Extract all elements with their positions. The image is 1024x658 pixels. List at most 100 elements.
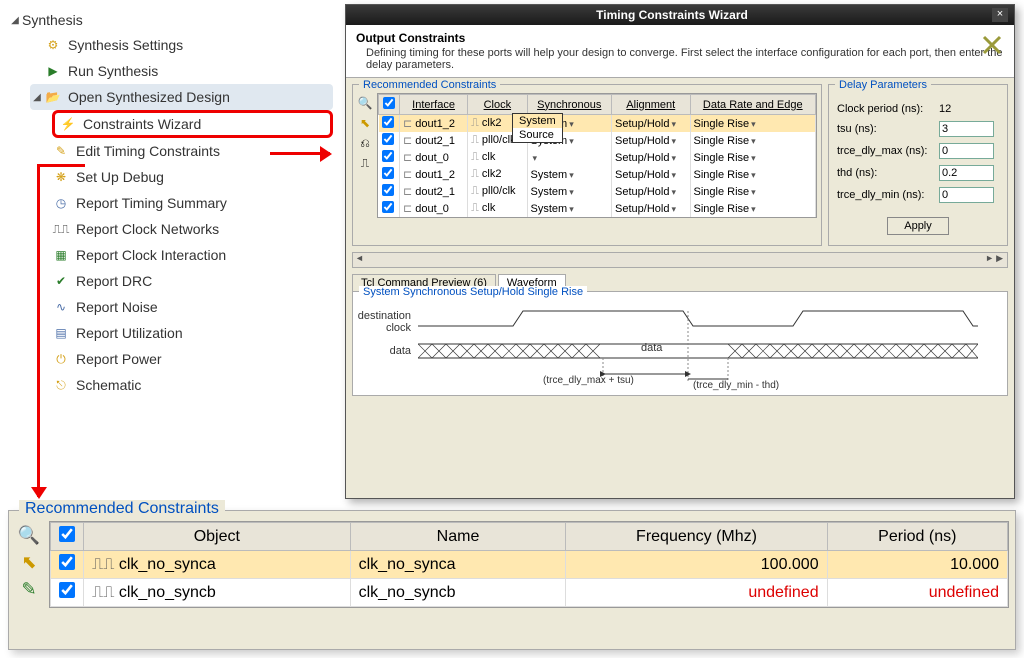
sync-dropdown[interactable]: System Source xyxy=(512,113,563,143)
col-interface[interactable]: Interface xyxy=(400,95,468,115)
row-checkbox[interactable] xyxy=(382,133,394,145)
col-align[interactable]: Alignment xyxy=(612,95,690,115)
collapse-icon[interactable]: ◢ xyxy=(30,92,44,103)
cell-align[interactable]: Setup/Hold xyxy=(612,183,690,200)
wf-ann1: (trce_dly_max + tsu) xyxy=(543,375,634,386)
tree-label: Report Timing Summary xyxy=(76,195,227,211)
tree-label: Synthesis xyxy=(22,12,83,28)
col-rate[interactable]: Data Rate and Edge xyxy=(690,95,816,115)
col-clock[interactable]: Clock xyxy=(468,95,527,115)
tree-report-power[interactable]: ⏻ Report Power xyxy=(52,346,333,372)
cell-align[interactable]: Setup/Hold xyxy=(612,115,690,133)
row-checkbox[interactable] xyxy=(382,150,394,162)
tree-label: Report Power xyxy=(76,351,162,367)
cell-sync[interactable]: System xyxy=(527,183,612,200)
gear-icon: ⚙ xyxy=(44,36,62,54)
xilinx-logo-icon xyxy=(980,33,1004,57)
cell-sync[interactable] xyxy=(527,149,612,166)
row-checkbox[interactable] xyxy=(382,116,394,128)
tree-synth-settings[interactable]: ⚙ Synthesis Settings xyxy=(30,32,333,58)
checkbox-all[interactable] xyxy=(383,97,395,109)
cell-rate[interactable]: Single Rise xyxy=(690,115,816,133)
table-row[interactable]: ⎍⎍ clk_no_synca clk_no_synca 100.000 10.… xyxy=(51,551,1008,579)
tree-setup-debug[interactable]: ❋ Set Up Debug xyxy=(52,164,333,190)
tree-run-synth[interactable]: ▶ Run Synthesis xyxy=(30,58,333,84)
cell-align[interactable]: Setup/Hold xyxy=(612,166,690,183)
col-name[interactable]: Name xyxy=(350,523,566,551)
cell-interface: ⊏ dout_0 xyxy=(400,200,468,217)
table-row[interactable]: ⊏ dout_0 ⎍ clk Setup/Hold Single Rise xyxy=(379,149,816,166)
tree-constraints-wizard[interactable]: ⚡ Constraints Wizard xyxy=(52,110,333,138)
cell-rate[interactable]: Single Rise xyxy=(690,183,816,200)
apply-button[interactable]: Apply xyxy=(887,217,949,235)
header-desc: Defining timing for these ports will hel… xyxy=(366,47,1004,71)
hscrollbar[interactable] xyxy=(352,252,1008,268)
dropdown-option[interactable]: System xyxy=(513,114,562,128)
tree-report-drc[interactable]: ✔ Report DRC xyxy=(52,268,333,294)
col-sync[interactable]: Synchronous xyxy=(527,95,612,115)
arrow-down-icon xyxy=(37,167,40,497)
tree-edit-timing[interactable]: ✎ Edit Timing Constraints xyxy=(52,138,333,164)
tsu-input[interactable] xyxy=(939,121,994,137)
table-row[interactable]: ⊏ dout2_1 ⎍ pll0/clk System Setup/Hold S… xyxy=(379,132,816,149)
row-checkbox[interactable] xyxy=(382,201,394,213)
tree-report-clock-net[interactable]: ⎍⎍ Report Clock Networks xyxy=(52,216,333,242)
cell-rate[interactable]: Single Rise xyxy=(690,132,816,149)
checkbox-all[interactable] xyxy=(59,526,75,542)
table-row[interactable]: ⊏ dout_0 ⎍ clk System Setup/Hold Single … xyxy=(379,200,816,217)
tree-report-noise[interactable]: ∿ Report Noise xyxy=(52,294,333,320)
cell-align[interactable]: Setup/Hold xyxy=(612,132,690,149)
col-freq[interactable]: Frequency (Mhz) xyxy=(566,523,827,551)
tmin-label: trce_dly_min (ns): xyxy=(837,189,939,201)
cursor-icon[interactable]: ⬉ xyxy=(21,552,36,573)
wave-tool-icon[interactable]: ⎍ xyxy=(357,155,373,171)
tmin-input[interactable] xyxy=(939,187,994,203)
row-checkbox[interactable] xyxy=(382,167,394,179)
cell-freq: undefined xyxy=(566,579,827,607)
table-row[interactable]: ⎍⎍ clk_no_syncb clk_no_syncb undefined u… xyxy=(51,579,1008,607)
row-checkbox[interactable] xyxy=(59,554,75,570)
tmax-label: trce_dly_max (ns): xyxy=(837,145,939,157)
search-icon[interactable]: 🔍 xyxy=(18,525,40,546)
cell-interface: ⊏ dout2_1 xyxy=(400,132,468,149)
tree-report-clock-int[interactable]: ▦ Report Clock Interaction xyxy=(52,242,333,268)
search-icon[interactable]: 🔍 xyxy=(357,95,373,111)
col-object[interactable]: Object xyxy=(84,523,351,551)
tree-report-timing[interactable]: ◷ Report Timing Summary xyxy=(52,190,333,216)
edit-icon[interactable]: ✎ xyxy=(21,579,36,600)
tree-open-synth-design[interactable]: ◢ 📂 Open Synthesized Design xyxy=(30,84,333,110)
tree-report-util[interactable]: ▤ Report Utilization xyxy=(52,320,333,346)
tool-icon[interactable]: ⎌ xyxy=(357,135,373,151)
cursor-icon[interactable]: ⬉ xyxy=(357,115,373,131)
wf-ann2: (trce_dly_min - thd) xyxy=(693,380,779,391)
check-icon: ✔ xyxy=(52,272,70,290)
row-checkbox[interactable] xyxy=(382,184,394,196)
cell-name: clk_no_syncb xyxy=(350,579,566,607)
cell-rate[interactable]: Single Rise xyxy=(690,166,816,183)
cell-sync[interactable]: System xyxy=(527,200,612,217)
rec-constraints-label: Recommended Constraints xyxy=(359,79,500,91)
cell-align[interactable]: Setup/Hold xyxy=(612,149,690,166)
thd-input[interactable] xyxy=(939,165,994,181)
cell-rate[interactable]: Single Rise xyxy=(690,149,816,166)
row-checkbox[interactable] xyxy=(59,582,75,598)
col-period[interactable]: Period (ns) xyxy=(827,523,1007,551)
header-title: Output Constraints xyxy=(356,31,1004,45)
tree-schematic[interactable]: ⎋ Schematic xyxy=(52,372,333,398)
table-row[interactable]: ⊏ dout1_2 ⎍ clk2 System Setup/Hold Singl… xyxy=(379,115,816,133)
close-button[interactable]: × xyxy=(992,8,1008,22)
cell-clock: ⎍ clk xyxy=(468,149,527,166)
table-row[interactable]: ⊏ dout2_1 ⎍ pll0/clk System Setup/Hold S… xyxy=(379,183,816,200)
titlebar: Timing Constraints Wizard × xyxy=(346,5,1014,25)
cell-align[interactable]: Setup/Hold xyxy=(612,200,690,217)
dropdown-option[interactable]: Source xyxy=(513,128,562,142)
tree-label: Open Synthesized Design xyxy=(68,89,230,105)
cell-rate[interactable]: Single Rise xyxy=(690,200,816,217)
table-row[interactable]: ⊏ dout1_2 ⎍ clk2 System Setup/Hold Singl… xyxy=(379,166,816,183)
tree-root-synthesis[interactable]: ◢ Synthesis xyxy=(8,8,333,32)
tree-label: Set Up Debug xyxy=(76,169,164,185)
tmax-input[interactable] xyxy=(939,143,994,159)
cell-sync[interactable]: System xyxy=(527,166,612,183)
wave-icon: ⎍⎍ xyxy=(52,220,70,238)
collapse-icon[interactable]: ◢ xyxy=(8,15,22,26)
